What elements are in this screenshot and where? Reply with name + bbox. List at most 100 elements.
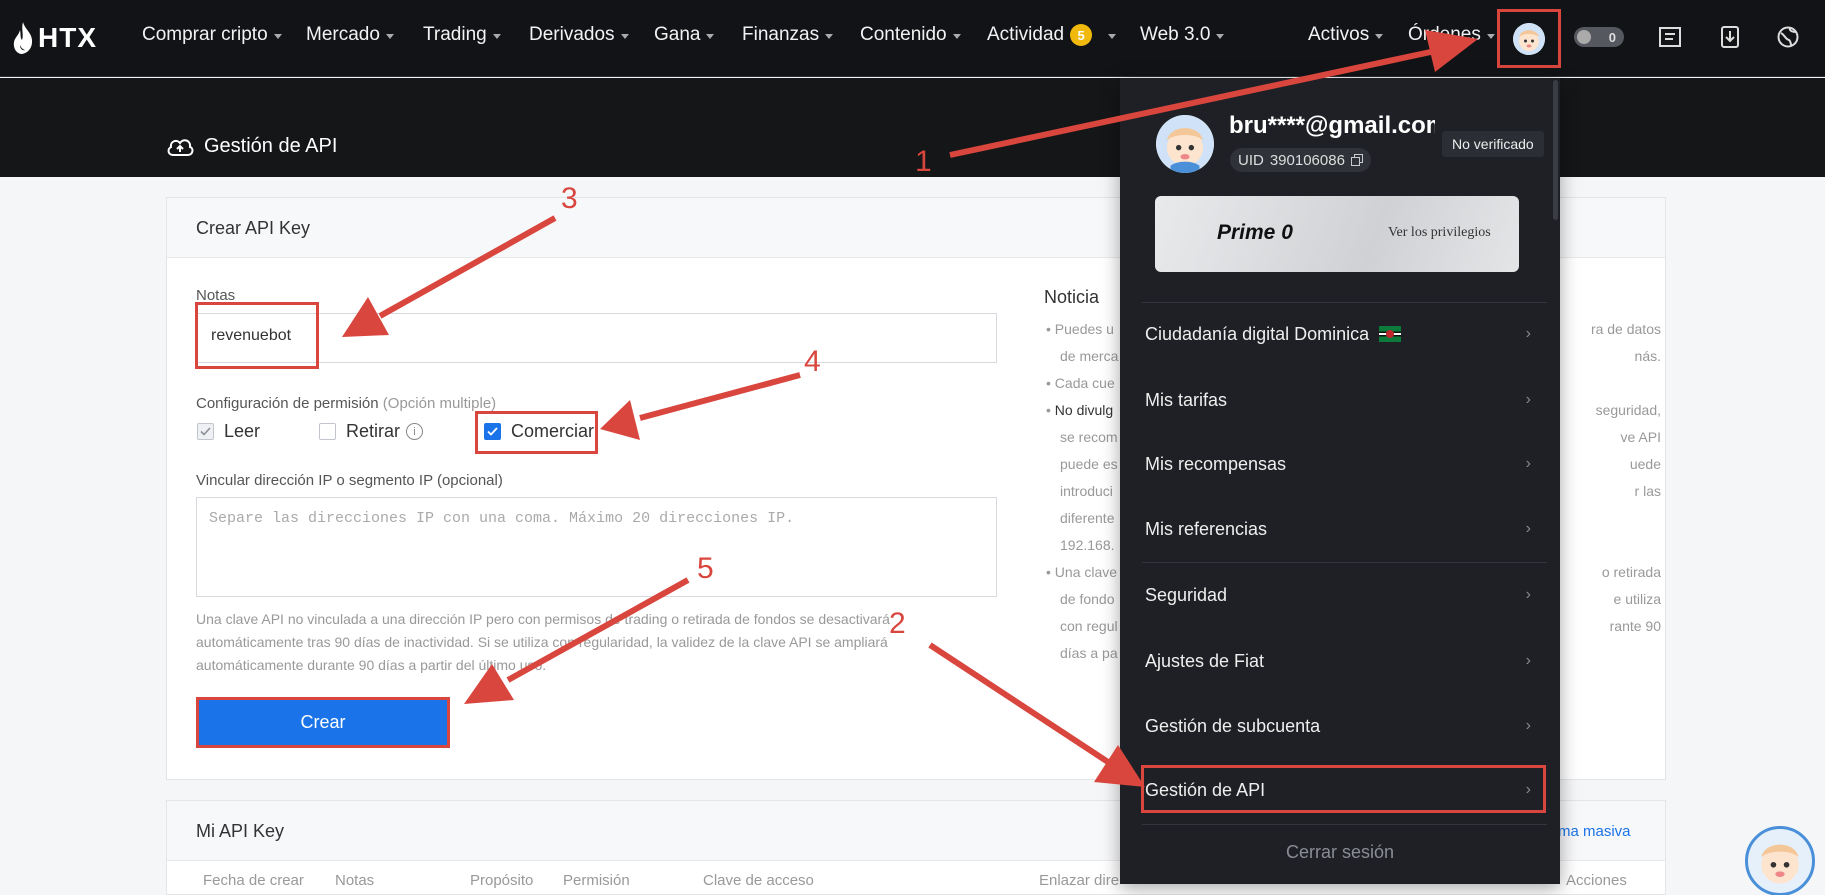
col-header: Notas xyxy=(335,872,375,889)
nav-trading[interactable]: Trading xyxy=(423,24,501,46)
menu-label: Mis referencias xyxy=(1145,518,1268,539)
notice-line xyxy=(1566,505,1661,532)
menu-label: Ajustes de Fiat xyxy=(1145,650,1265,671)
perm-withdraw-checkbox[interactable]: Retirar i xyxy=(319,421,424,442)
notice-line: días a pa xyxy=(1060,645,1118,661)
nav-derivados[interactable]: Derivados xyxy=(529,24,629,46)
nav-actividad[interactable]: Actividad 5 xyxy=(987,24,1117,46)
download-icon[interactable] xyxy=(1715,22,1745,52)
chevron-down-icon xyxy=(273,33,282,39)
col-header: Enlazar dirección IP xyxy=(1039,872,1119,889)
notice-line: 192.168. xyxy=(1060,537,1115,553)
permission-label-text: Configuración de permisión xyxy=(196,395,379,412)
perm-trade-checkbox[interactable]: Comerciar xyxy=(484,421,594,442)
notice-line: e utiliza xyxy=(1613,591,1661,607)
divider xyxy=(1142,562,1547,563)
menu-item-tarifas[interactable]: Mis tarifas › xyxy=(1145,380,1545,420)
info-icon[interactable]: i xyxy=(406,423,424,440)
menu-item-ciudadania[interactable]: Ciudadanía digital Dominica › xyxy=(1145,314,1545,354)
nav-finanzas[interactable]: Finanzas xyxy=(742,24,834,46)
document-icon[interactable] xyxy=(1655,22,1685,52)
top-nav: HTX Comprar cripto Mercado Trading Deriv… xyxy=(0,0,1825,77)
prime-level: Prime 0 xyxy=(1217,221,1293,244)
notice-line: introduci xyxy=(1060,483,1113,499)
nav-label: Derivados xyxy=(529,24,615,45)
checkmark-icon xyxy=(197,423,214,440)
nav-label: Comprar cripto xyxy=(142,24,268,45)
permission-hint: (Opción multiple) xyxy=(382,395,497,412)
support-chat-icon[interactable] xyxy=(1745,826,1815,895)
col-header: Propósito xyxy=(470,872,534,889)
create-button[interactable]: Crear xyxy=(196,697,450,748)
menu-label: Mis recompensas xyxy=(1145,453,1287,474)
uid-label: UID xyxy=(1238,151,1264,169)
menu-item-subcuenta[interactable]: Gestión de subcuenta › xyxy=(1145,706,1545,746)
chevron-down-icon xyxy=(952,33,961,39)
notice-line: nás. xyxy=(1634,348,1661,364)
notice-line: de merca xyxy=(1060,348,1119,364)
nav-label: Actividad xyxy=(987,24,1065,45)
prime-link[interactable]: Ver los privilegios xyxy=(1388,225,1491,241)
notice-line: seguridad, xyxy=(1595,402,1661,418)
notice-line: ve API xyxy=(1620,429,1661,445)
menu-label: Ciudadanía digital Dominica xyxy=(1145,323,1370,344)
col-header: Permisión xyxy=(563,872,630,889)
annotation-number: 2 xyxy=(889,607,906,640)
notice-line: uede xyxy=(1629,456,1661,472)
chevron-down-icon xyxy=(706,33,715,39)
menu-item-fiat[interactable]: Ajustes de Fiat › xyxy=(1145,641,1545,681)
notice-line xyxy=(1566,532,1661,559)
uid-chip[interactable]: UID 390106086 xyxy=(1230,148,1371,172)
nav-ordenes[interactable]: Órdenes xyxy=(1408,24,1495,46)
nav-mercado[interactable]: Mercado xyxy=(306,24,394,46)
nav-label: Activos xyxy=(1308,24,1370,45)
chevron-down-icon xyxy=(1216,33,1225,39)
menu-item-recompensas[interactable]: Mis recompensas › xyxy=(1145,444,1545,484)
help-text: Una clave API no vinculada a una direcci… xyxy=(196,608,956,677)
perm-read-checkbox[interactable]: Leer xyxy=(197,421,260,442)
account-email: bru****@gmail.com xyxy=(1229,112,1435,139)
nav-label: Mercado xyxy=(306,24,380,45)
notice-line: diferente xyxy=(1060,510,1115,526)
logout-button[interactable]: Cerrar sesión xyxy=(1120,842,1560,863)
nav-web3[interactable]: Web 3.0 xyxy=(1140,24,1225,46)
notice-line: se recom xyxy=(1060,429,1118,445)
menu-item-api[interactable]: Gestión de API › xyxy=(1145,770,1545,810)
nav-label: Web 3.0 xyxy=(1140,24,1211,45)
panel-title: Crear API Key xyxy=(196,218,311,238)
avatar-button[interactable] xyxy=(1497,9,1561,68)
globe-icon[interactable] xyxy=(1773,22,1803,52)
nav-contenido[interactable]: Contenido xyxy=(860,24,961,46)
menu-label: Seguridad xyxy=(1145,584,1228,605)
nav-label: Contenido xyxy=(860,24,947,45)
nav-activos[interactable]: Activos xyxy=(1308,24,1384,46)
notice-line: • Una clave xyxy=(1046,564,1118,580)
flame-icon xyxy=(13,22,33,54)
nav-comprar-cripto[interactable]: Comprar cripto xyxy=(142,24,282,46)
activity-badge: 5 xyxy=(1070,24,1093,46)
profile-avatar xyxy=(1156,115,1214,173)
chevron-right-icon: › xyxy=(1525,781,1531,798)
ip-textarea[interactable]: Separe las direcciones IP con una coma. … xyxy=(196,497,997,597)
help-line: automáticamente tras 90 días de inactivi… xyxy=(196,634,888,650)
chevron-right-icon: › xyxy=(1525,586,1531,603)
nav-gana[interactable]: Gana xyxy=(654,24,715,46)
brand-logo[interactable]: HTX xyxy=(12,18,97,58)
notice-line: ra de datos xyxy=(1590,321,1661,337)
divider xyxy=(1142,302,1547,303)
panel-title: Mi API Key xyxy=(196,821,285,841)
menu-item-referencias[interactable]: Mis referencias › xyxy=(1145,509,1545,549)
col-header: Fecha de crear xyxy=(203,872,304,889)
help-line: Una clave API no vinculada a una direcci… xyxy=(196,611,890,627)
chevron-down-icon xyxy=(1375,33,1384,39)
prime-card[interactable]: Prime 0 Ver los privilegios xyxy=(1155,196,1519,272)
verification-badge[interactable]: No verificado xyxy=(1442,131,1544,157)
bulk-link[interactable]: rma masiva xyxy=(1553,823,1631,840)
page-title-text: Gestión de API xyxy=(204,135,338,157)
notice-line: rante 90 xyxy=(1609,618,1661,634)
col-header: Acciones xyxy=(1566,872,1627,889)
notes-value: revenuebot xyxy=(195,302,319,369)
menu-item-seguridad[interactable]: Seguridad › xyxy=(1145,575,1545,615)
dropdown-scrollbar[interactable] xyxy=(1553,80,1558,220)
notification-toggle[interactable]: 0 xyxy=(1574,27,1624,47)
